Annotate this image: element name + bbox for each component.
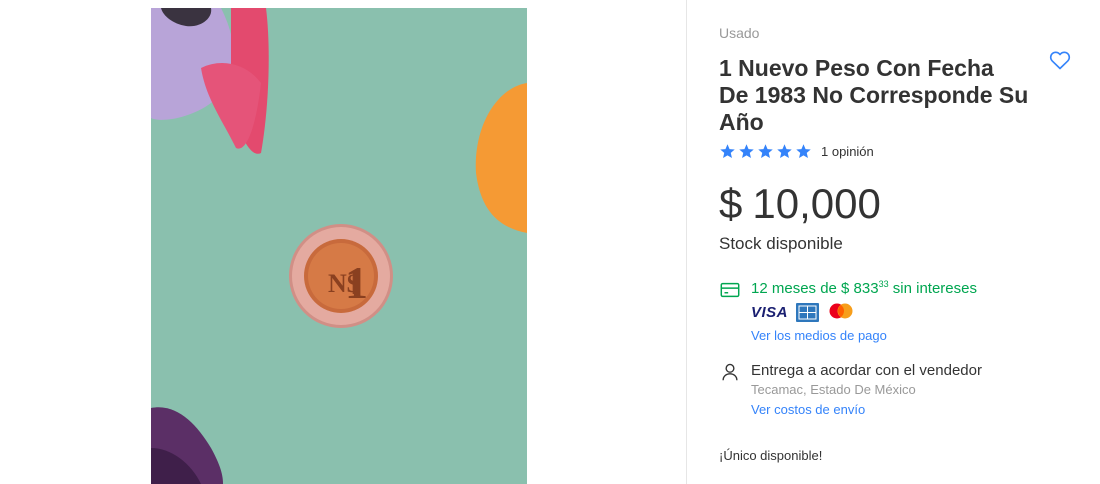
person-icon — [722, 363, 738, 381]
payment-methods-link[interactable]: Ver los medios de pago — [751, 328, 887, 343]
star-filled-icon — [796, 143, 811, 158]
payment-card-logos: VISA — [751, 302, 855, 322]
favorite-button[interactable] — [1048, 48, 1072, 72]
visa-logo: VISA — [751, 303, 789, 321]
credit-card-icon — [720, 282, 740, 298]
delivery-text: Entrega a acordar con el vendedor — [751, 362, 982, 379]
delivery-row: Entrega a acordar con el vendedor — [719, 361, 982, 383]
panel-divider — [686, 0, 687, 484]
svg-text:1: 1 — [345, 257, 368, 308]
condition-label: Usado — [719, 25, 760, 41]
installments-text: 12 meses de $ 83333 sin intereses — [751, 279, 977, 301]
amex-logo-icon — [796, 302, 820, 322]
product-title: 1 Nuevo Peso Con Fecha De 1983 No Corres… — [719, 55, 1029, 135]
product-info-panel: Usado 1 Nuevo Peso Con Fecha De 1983 No … — [719, 0, 1079, 484]
star-filled-icon — [720, 143, 735, 158]
stock-status: Stock disponible — [719, 234, 843, 253]
seller-location: Tecamac, Estado De México — [751, 382, 916, 397]
star-filled-icon — [777, 143, 792, 158]
mastercard-logo-icon — [827, 302, 855, 322]
shipping-costs-link[interactable]: Ver costos de envío — [751, 402, 865, 417]
currency-symbol: $ — [719, 180, 743, 227]
installments-row: 12 meses de $ 83333 sin intereses — [719, 279, 977, 301]
coin-photo-image: N$ 1 — [151, 8, 527, 484]
star-filled-icon — [758, 143, 773, 158]
installments-cents: 33 — [878, 279, 889, 289]
price: $ 10,000 — [719, 180, 881, 228]
availability-note: ¡Único disponible! — [719, 448, 823, 463]
heart-outline-icon — [1049, 51, 1071, 70]
product-gallery: N$ 1 — [0, 0, 686, 484]
installments-amount: 12 meses de $ 833 — [751, 280, 879, 297]
star-filled-icon — [739, 143, 754, 158]
price-amount: 10,000 — [752, 180, 881, 227]
installments-suffix: sin intereses — [888, 280, 977, 297]
reviews-count-link[interactable]: 1 opinión — [821, 144, 874, 159]
product-photo[interactable]: N$ 1 — [151, 8, 527, 484]
rating-summary[interactable]: 1 opinión — [719, 142, 874, 160]
rating-stars — [719, 143, 812, 160]
